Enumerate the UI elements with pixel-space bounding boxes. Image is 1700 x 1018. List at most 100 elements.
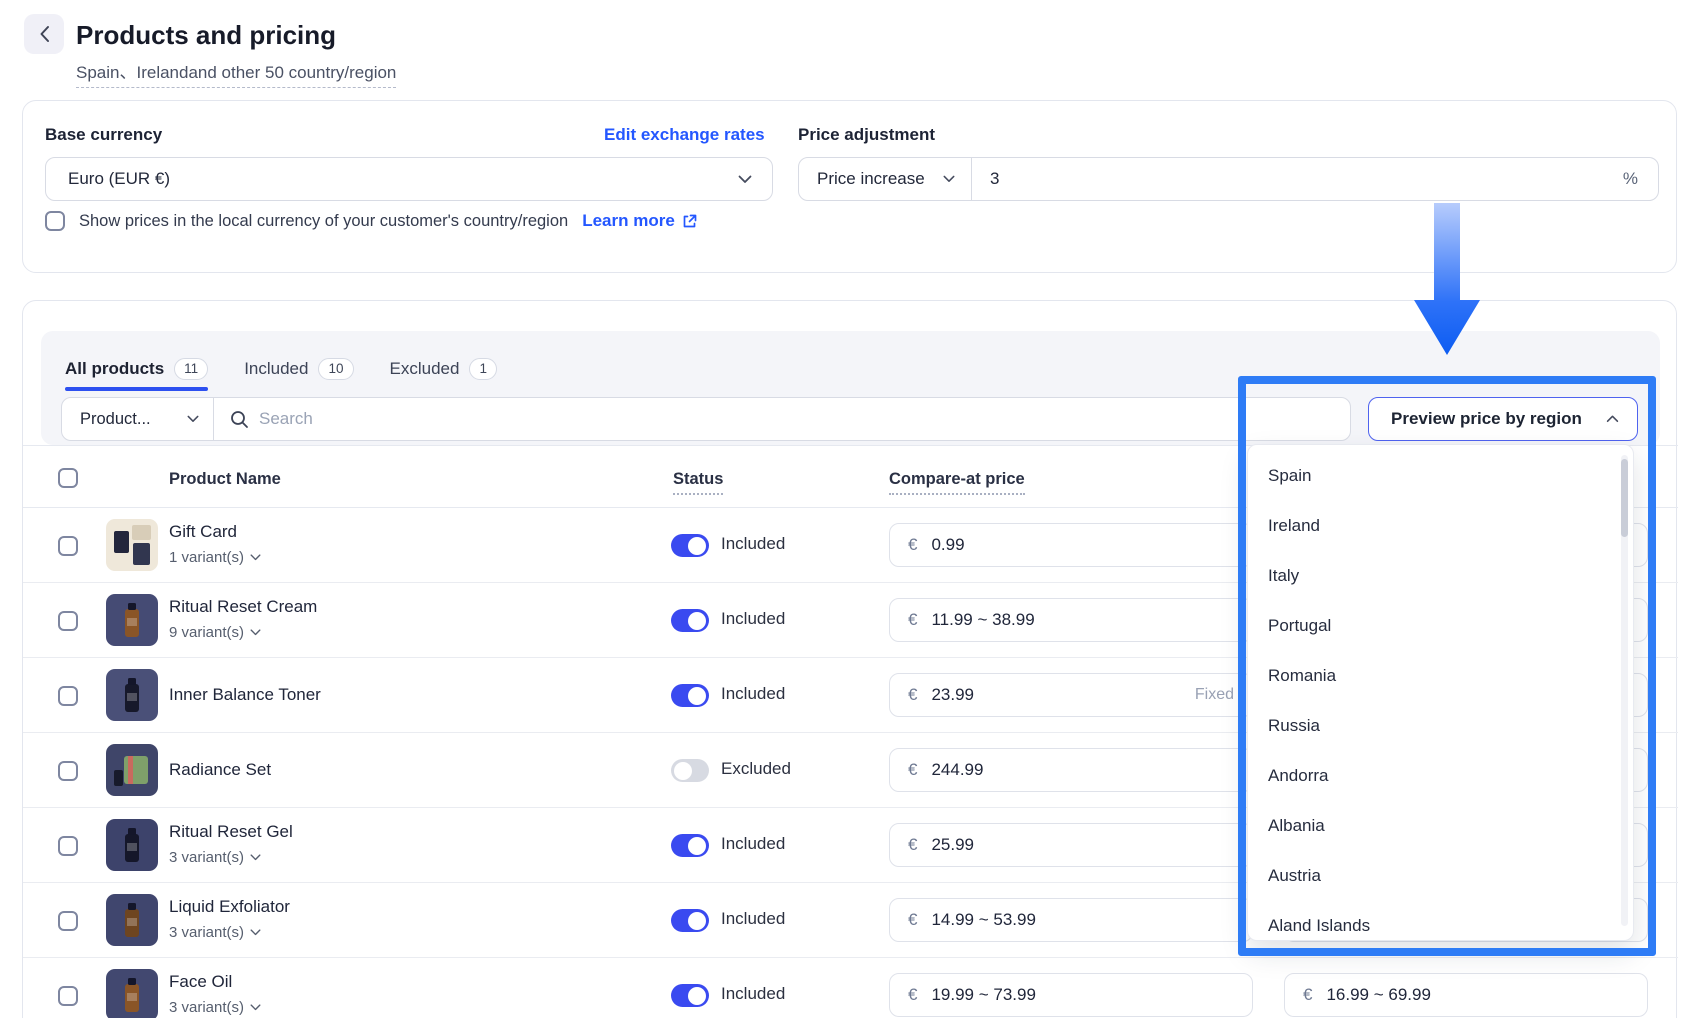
- compare-at-price-input[interactable]: € 25.99: [889, 823, 1253, 867]
- product-name: Ritual Reset Cream: [169, 597, 317, 617]
- tab-count-badge: 11: [174, 358, 208, 380]
- compare-at-price-input[interactable]: € 23.99 Fixed: [889, 673, 1253, 717]
- compare-at-price-input[interactable]: € 0.99: [889, 523, 1253, 567]
- status-label: Excluded: [721, 759, 791, 779]
- status-toggle[interactable]: [671, 534, 709, 557]
- region-dropdown: SpainIrelandItalyPortugalRomaniaRussiaAn…: [1247, 444, 1634, 941]
- search-input[interactable]: [259, 409, 1350, 429]
- base-currency-select[interactable]: Euro (EUR €): [45, 157, 773, 201]
- region-option[interactable]: Andorra: [1248, 751, 1633, 801]
- compare-at-price-input[interactable]: € 244.99: [889, 748, 1253, 792]
- price-adjustment-type-value: Price increase: [817, 169, 943, 189]
- external-link-icon: [682, 214, 697, 229]
- row-checkbox[interactable]: [58, 986, 78, 1006]
- status-toggle[interactable]: [671, 909, 709, 932]
- tab-excluded[interactable]: Excluded 1: [390, 358, 497, 380]
- region-option[interactable]: Portugal: [1248, 601, 1633, 651]
- compare-at-price-input[interactable]: € 19.99 ~ 73.99: [889, 973, 1253, 1017]
- local-currency-row: Show prices in the local currency of you…: [45, 211, 697, 231]
- region-option[interactable]: Aland Islands: [1248, 901, 1633, 941]
- region-option[interactable]: Romania: [1248, 651, 1633, 701]
- page-subtitle: Spain、Irelandand other 50 country/region: [76, 58, 396, 88]
- product-name: Radiance Set: [169, 760, 271, 780]
- price-input[interactable]: € 16.99 ~ 69.99: [1284, 973, 1648, 1017]
- scrollbar-thumb[interactable]: [1621, 459, 1628, 537]
- status-toggle[interactable]: [671, 984, 709, 1007]
- status-toggle[interactable]: [671, 834, 709, 857]
- status-label: Included: [721, 684, 785, 704]
- region-option[interactable]: Ireland: [1248, 501, 1633, 551]
- currency-symbol: €: [908, 910, 917, 930]
- product-name: Face Oil: [169, 972, 232, 992]
- product-name: Inner Balance Toner: [169, 685, 321, 705]
- region-option[interactable]: Albania: [1248, 801, 1633, 851]
- row-checkbox[interactable]: [58, 836, 78, 856]
- currency-symbol: €: [908, 985, 917, 1005]
- settings-card: Base currency Edit exchange rates Price …: [22, 100, 1677, 273]
- currency-symbol: €: [908, 610, 917, 630]
- tab-all-products[interactable]: All products 11: [65, 358, 208, 380]
- row-checkbox[interactable]: [58, 536, 78, 556]
- variants-expander[interactable]: 1 variant(s): [169, 549, 261, 566]
- back-button[interactable]: [24, 14, 64, 54]
- region-option[interactable]: Austria: [1248, 851, 1633, 901]
- currency-symbol: €: [908, 835, 917, 855]
- product-filter-value: Product...: [80, 410, 187, 429]
- preview-price-by-region-button[interactable]: Preview price by region: [1368, 397, 1638, 441]
- row-checkbox[interactable]: [58, 911, 78, 931]
- currency-symbol: €: [908, 535, 917, 555]
- edit-exchange-rates-link[interactable]: Edit exchange rates: [604, 125, 765, 145]
- learn-more-link[interactable]: Learn more: [582, 211, 697, 231]
- chevron-down-icon: [250, 1004, 261, 1011]
- product-thumbnail: [106, 519, 158, 571]
- chevron-up-icon: [1606, 415, 1619, 423]
- price-adjustment-value-wrap: %: [972, 158, 1658, 200]
- region-option[interactable]: Russia: [1248, 701, 1633, 751]
- compare-at-price-input[interactable]: € 14.99 ~ 53.99: [889, 898, 1253, 942]
- chevron-down-icon: [738, 175, 752, 184]
- tab-included[interactable]: Included 10: [244, 358, 353, 380]
- search-icon: [230, 410, 249, 429]
- chevron-down-icon: [250, 629, 261, 636]
- currency-symbol: €: [1303, 985, 1312, 1005]
- compare-at-price-input[interactable]: € 11.99 ~ 38.99: [889, 598, 1253, 642]
- status-toggle[interactable]: [671, 609, 709, 632]
- chevron-left-icon: [39, 25, 50, 43]
- chevron-down-icon: [250, 854, 261, 861]
- select-all-checkbox[interactable]: [58, 468, 78, 488]
- products-card: All products 11 Included 10 Excluded 1 P…: [22, 300, 1677, 1018]
- region-option[interactable]: Italy: [1248, 551, 1633, 601]
- search-field: [214, 398, 1350, 440]
- variants-expander[interactable]: 9 variant(s): [169, 624, 261, 641]
- base-currency-value: Euro (EUR €): [68, 169, 738, 189]
- local-currency-checkbox[interactable]: [45, 211, 65, 231]
- product-thumbnail: [106, 669, 158, 721]
- region-list: SpainIrelandItalyPortugalRomaniaRussiaAn…: [1248, 451, 1633, 941]
- product-thumbnail: [106, 894, 158, 946]
- row-checkbox[interactable]: [58, 761, 78, 781]
- row-checkbox[interactable]: [58, 686, 78, 706]
- status-label: Included: [721, 534, 785, 554]
- product-tabs: All products 11 Included 10 Excluded 1: [65, 349, 497, 389]
- variants-expander[interactable]: 3 variant(s): [169, 924, 261, 941]
- row-checkbox[interactable]: [58, 611, 78, 631]
- price-adjustment-label: Price adjustment: [798, 125, 935, 145]
- chevron-down-icon: [250, 554, 261, 561]
- product-filter-select[interactable]: Product...: [62, 398, 214, 440]
- variants-expander[interactable]: 3 variant(s): [169, 999, 261, 1016]
- status-toggle[interactable]: [671, 759, 709, 782]
- status-toggle[interactable]: [671, 684, 709, 707]
- status-label: Included: [721, 834, 785, 854]
- page: Products and pricing Spain、Irelandand ot…: [0, 0, 1700, 1018]
- chevron-down-icon: [250, 929, 261, 936]
- variants-expander[interactable]: 3 variant(s): [169, 849, 261, 866]
- product-name: Gift Card: [169, 522, 237, 542]
- status-label: Included: [721, 909, 785, 929]
- learn-more-label: Learn more: [582, 211, 675, 231]
- region-option[interactable]: Spain: [1248, 451, 1633, 501]
- price-adjustment-type-select[interactable]: Price increase: [799, 158, 972, 200]
- product-thumbnail: [106, 969, 158, 1018]
- product-thumbnail: [106, 594, 158, 646]
- column-header-compare-at-price: Compare-at price: [889, 470, 1025, 495]
- price-adjustment-value-input[interactable]: [990, 169, 1623, 189]
